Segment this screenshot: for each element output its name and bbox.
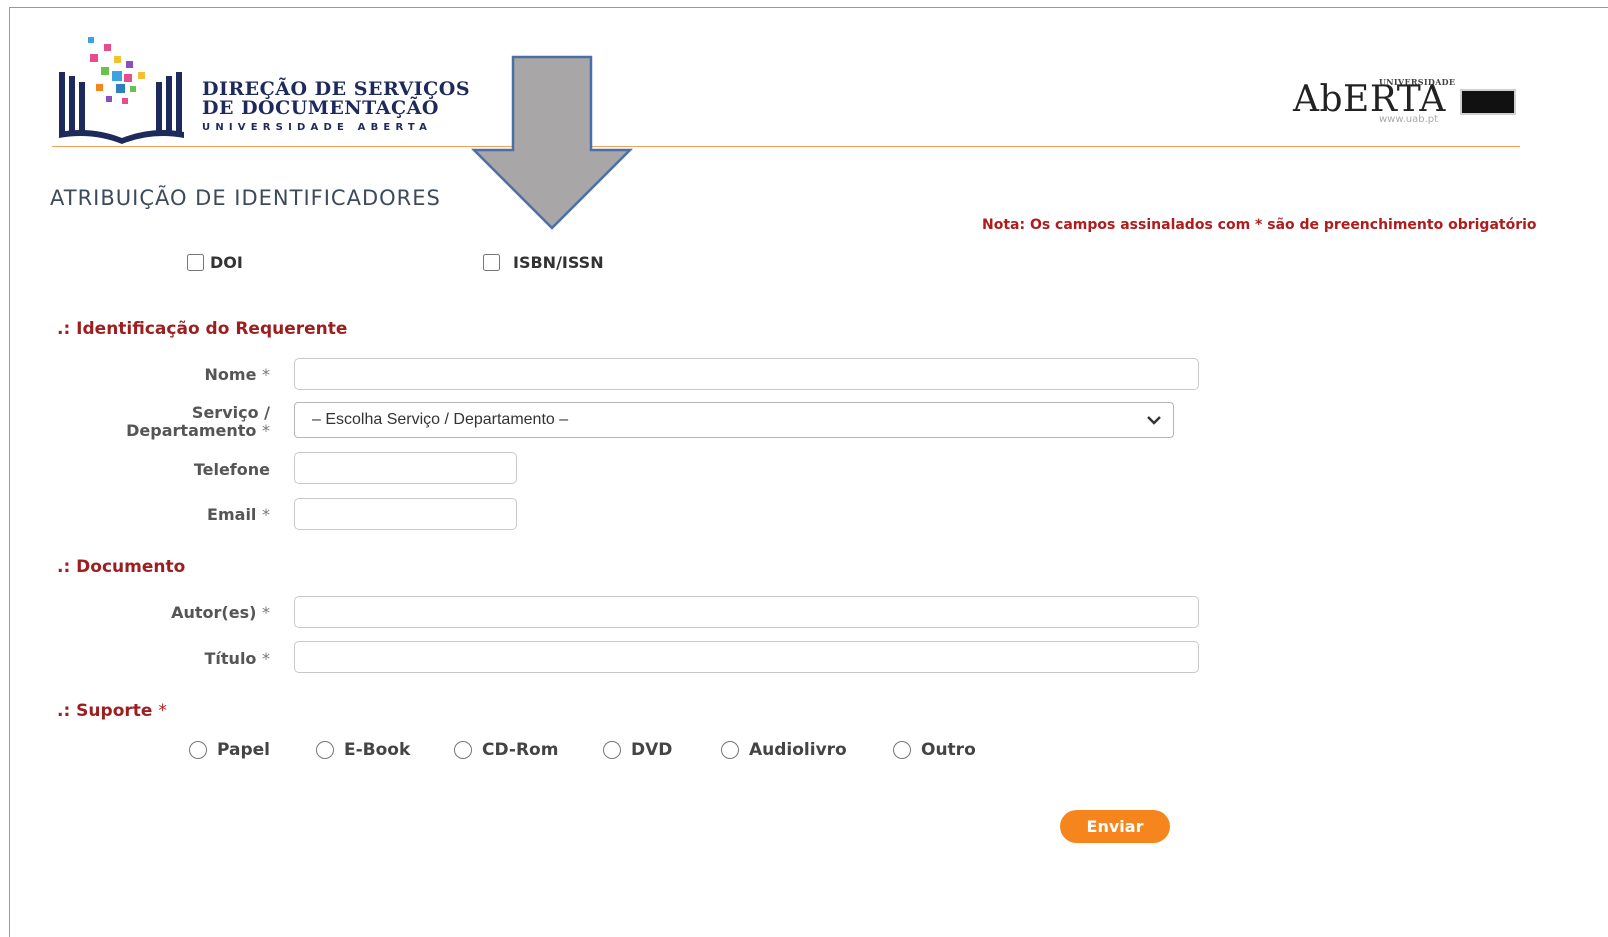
logo-line-2: DE DOCUMENTAÇÃO	[202, 97, 439, 119]
uab-logo: UNIVERSIDADE AbERTA www.uab.pt	[1293, 74, 1523, 134]
email-label: Email *	[207, 505, 270, 524]
chevron-down-icon	[1147, 416, 1161, 425]
doi-label: DOI	[210, 253, 243, 272]
radio-papel-input[interactable]	[189, 741, 207, 759]
email-input[interactable]	[294, 498, 517, 530]
titulo-input[interactable]	[294, 641, 1199, 673]
required-note: Nota: Os campos assinalados com * são de…	[982, 217, 1537, 233]
section-requester: .: Identificação do Requerente	[57, 319, 348, 339]
section-document: .: Documento	[57, 557, 186, 577]
radio-dvd-input[interactable]	[603, 741, 621, 759]
titulo-label: Título *	[204, 649, 271, 668]
radio-audiolivro[interactable]: Audiolivro	[721, 740, 847, 760]
nome-label: Nome *	[204, 365, 270, 384]
logo-line-3: UNIVERSIDADE ABERTA	[202, 122, 433, 133]
down-arrow-icon	[470, 55, 634, 230]
radio-dvd[interactable]: DVD	[603, 740, 672, 760]
radio-ebook-input[interactable]	[316, 741, 334, 759]
header-divider	[52, 146, 1520, 147]
telefone-input[interactable]	[294, 452, 517, 484]
radio-ebook[interactable]: E-Book	[316, 740, 410, 760]
book-pixels-icon	[59, 37, 184, 144]
uab-logo-url: www.uab.pt	[1379, 114, 1439, 125]
radio-cdrom[interactable]: CD-Rom	[454, 740, 558, 760]
page-title: ATRIBUIÇÃO DE IDENTIFICADORES	[50, 186, 441, 210]
radio-outro[interactable]: Outro	[893, 740, 976, 760]
dsd-logo-text: DIREÇÃO DE SERVIÇOS DE DOCUMENTAÇÃO UNIV…	[202, 80, 470, 136]
uab-logo-bar	[1460, 89, 1516, 115]
doi-checkbox-label[interactable]: DOI	[187, 253, 243, 272]
servico-selected-value: – Escolha Serviço / Departamento –	[312, 411, 569, 428]
submit-button[interactable]: Enviar	[1060, 810, 1170, 843]
isbn-issn-checkbox[interactable]	[483, 254, 500, 271]
radio-outro-input[interactable]	[893, 741, 911, 759]
doi-checkbox[interactable]	[187, 254, 204, 271]
servico-label: Serviço / Departamento *	[126, 403, 270, 440]
autores-label: Autor(es) *	[171, 603, 270, 622]
radio-audiolivro-input[interactable]	[721, 741, 739, 759]
servico-select[interactable]: – Escolha Serviço / Departamento –	[294, 402, 1174, 438]
isbn-label: ISBN/ISSN	[513, 253, 604, 272]
radio-papel[interactable]: Papel	[189, 740, 270, 760]
isbn-checkbox-label[interactable]: ISBN/ISSN	[483, 253, 604, 272]
nome-input[interactable]	[294, 358, 1199, 390]
section-support: .: Suporte *	[57, 701, 167, 721]
radio-cdrom-input[interactable]	[454, 741, 472, 759]
telefone-label: Telefone	[193, 460, 270, 479]
autores-input[interactable]	[294, 596, 1199, 628]
